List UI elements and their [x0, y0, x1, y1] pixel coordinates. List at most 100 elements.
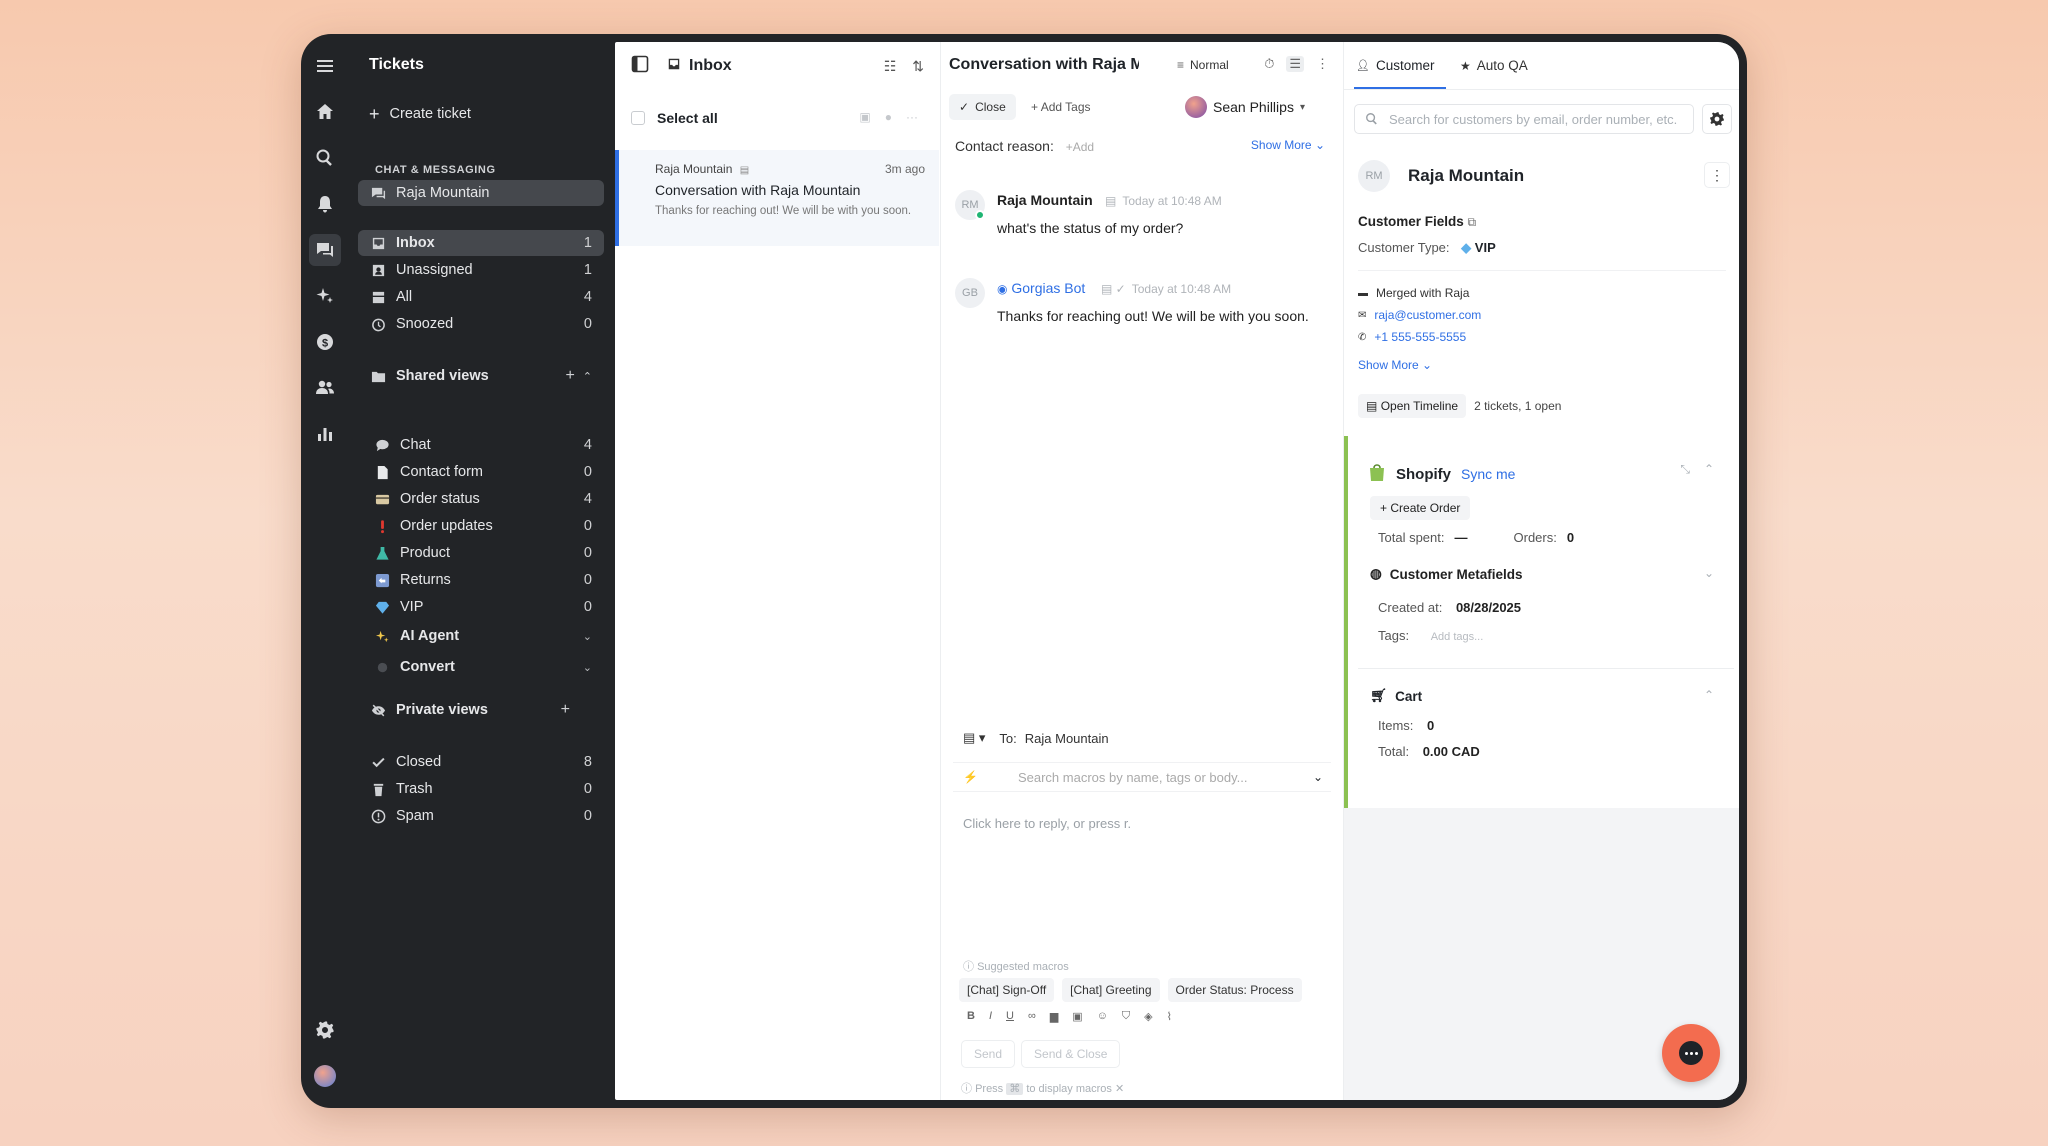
sidebar-item-product[interactable]: Product 0: [358, 540, 604, 566]
customer-name[interactable]: Raja Mountain: [1408, 166, 1524, 186]
send-button[interactable]: Send: [961, 1040, 1016, 1068]
chevron-down-icon[interactable]: ⌄: [583, 630, 592, 643]
macro-chip[interactable]: [Chat] Greeting: [1062, 978, 1160, 1002]
customer-type-value[interactable]: ◆ VIP: [1461, 240, 1496, 255]
tab-customer[interactable]: 👤︎ Customer: [1356, 58, 1434, 73]
conversation-title[interactable]: Conversation with Raja Mountain: [949, 56, 1139, 74]
ai-sparkle-icon[interactable]: [313, 284, 337, 308]
collapse-arrows-icon[interactable]: ⤡: [1680, 462, 1690, 477]
home-icon[interactable]: [313, 100, 337, 124]
sidebar-item-trash[interactable]: Trash 0: [358, 776, 604, 802]
filter-sliders-icon[interactable]: ☷: [884, 58, 897, 75]
chevron-up-icon[interactable]: ⌃: [1704, 462, 1714, 477]
bulk-assign-icon[interactable]: ●: [885, 110, 892, 124]
underline-icon[interactable]: U: [1006, 1010, 1014, 1023]
to-value[interactable]: Raja Mountain: [1025, 731, 1109, 746]
select-all-control[interactable]: Select all: [631, 110, 718, 126]
video-icon[interactable]: ▣: [1072, 1010, 1082, 1023]
macro-chip[interactable]: [Chat] Sign-Off: [959, 978, 1055, 1002]
sort-icon[interactable]: ⇅: [912, 58, 924, 75]
bold-icon[interactable]: B: [967, 1010, 975, 1023]
widget-settings-button[interactable]: [1702, 104, 1732, 134]
layout-toggle-icon[interactable]: ☰: [1286, 56, 1304, 72]
tab-auto-qa[interactable]: ★ Auto QA: [1460, 58, 1528, 73]
macro-search[interactable]: ⚡ Search macros by name, tags or body...…: [953, 762, 1331, 792]
shared-views-header[interactable]: Shared views + ⌃: [358, 363, 604, 389]
assignee-selector[interactable]: Sean Phillips ▾: [1185, 96, 1305, 118]
chevron-up-icon[interactable]: ⌃: [1704, 688, 1714, 702]
sidebar-item-chat-channel[interactable]: Raja Mountain: [358, 180, 604, 206]
sidebar-item-shared-chat[interactable]: Chat 4: [358, 432, 604, 458]
priority-selector[interactable]: ≡ Normal: [1177, 58, 1229, 72]
create-ticket-button[interactable]: + Create ticket: [369, 105, 471, 123]
search-icon[interactable]: [313, 146, 337, 170]
select-all-checkbox[interactable]: [631, 111, 645, 125]
customer-metafields-header[interactable]: ◍ Customer Metafields: [1370, 566, 1523, 582]
sidebar-item-closed[interactable]: Closed 8: [358, 749, 604, 775]
revenue-icon[interactable]: $: [313, 330, 337, 354]
link-icon[interactable]: ∞: [1028, 1010, 1036, 1023]
sidebar-item-unassigned[interactable]: Unassigned 1: [358, 257, 604, 283]
settings-gear-icon[interactable]: [313, 1018, 337, 1042]
shopify-bag-icon[interactable]: ⛉: [1122, 1010, 1130, 1023]
menu-icon[interactable]: [313, 54, 337, 78]
ticket-list-item[interactable]: Raja Mountain ▤ 3m ago Conversation with…: [615, 150, 939, 246]
sidebar-toggle-icon[interactable]: [631, 55, 649, 78]
customer-more-button[interactable]: ⋮: [1704, 162, 1730, 188]
customers-icon[interactable]: [313, 376, 337, 400]
customer-email[interactable]: ✉ raja@customer.com: [1358, 308, 1481, 322]
sidebar-item-vip[interactable]: VIP 0: [358, 594, 604, 620]
bell-icon[interactable]: [313, 192, 337, 216]
attachment-icon[interactable]: ⌇: [1167, 1010, 1172, 1023]
sidebar-item-spam[interactable]: Spam 0: [358, 803, 604, 829]
message-author[interactable]: Raja Mountain: [997, 192, 1093, 208]
sidebar-item-contact-form[interactable]: Contact form 0: [358, 459, 604, 485]
sidebar-item-order-status[interactable]: Order status 4: [358, 486, 604, 512]
discount-tag-icon[interactable]: ◈: [1144, 1010, 1152, 1023]
support-chat-button[interactable]: [1662, 1024, 1720, 1082]
sidebar-item-convert[interactable]: Convert ⌄: [358, 654, 604, 680]
sidebar-item-order-updates[interactable]: Order updates 0: [358, 513, 604, 539]
channel-selector-icon[interactable]: ▤ ▾: [963, 730, 985, 746]
bulk-more-icon[interactable]: ···: [906, 110, 918, 124]
bulk-close-icon[interactable]: ▣: [859, 110, 870, 124]
cart-header[interactable]: 🛒︎ Cart: [1370, 688, 1422, 704]
contact-reason-add[interactable]: +Add: [1066, 140, 1094, 154]
snooze-clock-icon[interactable]: ⏱: [1264, 56, 1274, 72]
sidebar-item-returns[interactable]: Returns 0: [358, 567, 604, 593]
statistics-icon[interactable]: [313, 422, 337, 446]
image-icon[interactable]: ▆: [1050, 1010, 1058, 1023]
add-tags-input[interactable]: Add tags...: [1431, 631, 1484, 643]
emoji-icon[interactable]: ☺: [1097, 1010, 1108, 1023]
chevron-down-icon[interactable]: ⌄: [583, 661, 592, 674]
user-avatar[interactable]: [313, 1064, 337, 1088]
add-tags-button[interactable]: + Add Tags: [1031, 100, 1091, 114]
sync-me-link[interactable]: Sync me: [1461, 466, 1515, 482]
message-author[interactable]: ◉ Gorgias Bot: [997, 280, 1085, 296]
customer-phone[interactable]: ✆ +1 555-555-5555: [1358, 330, 1466, 344]
chevron-down-icon[interactable]: ⌄: [1704, 566, 1714, 580]
add-private-view-icon[interactable]: +: [561, 701, 570, 719]
private-views-header[interactable]: Private views +: [358, 697, 604, 723]
collapse-chevron-icon[interactable]: ⌃: [583, 370, 592, 383]
dismiss-hint-icon[interactable]: ✕: [1115, 1083, 1124, 1095]
show-more-customer-link[interactable]: Show More ⌄: [1358, 358, 1432, 372]
reply-editor[interactable]: Click here to reply, or press r.: [963, 816, 1131, 831]
add-shared-view-icon[interactable]: +: [565, 367, 574, 385]
open-timeline-button[interactable]: ▤ Open Timeline: [1358, 394, 1467, 418]
sidebar-item-snoozed[interactable]: Snoozed 0: [358, 311, 604, 337]
show-more-fields-link[interactable]: Show More ⌄: [1251, 138, 1325, 152]
italic-icon[interactable]: I: [989, 1010, 992, 1023]
macro-chip[interactable]: Order Status: Process: [1167, 978, 1302, 1002]
tickets-icon[interactable]: [309, 234, 341, 266]
send-and-close-button[interactable]: Send & Close: [1021, 1040, 1121, 1068]
sidebar-item-all[interactable]: All 4: [358, 284, 604, 310]
customer-search-input[interactable]: [1389, 111, 1689, 127]
external-edit-icon[interactable]: ⧉: [1468, 215, 1477, 229]
more-vertical-icon[interactable]: ⋮: [1316, 56, 1329, 72]
close-ticket-button[interactable]: ✓ Close: [949, 94, 1016, 120]
sidebar-item-inbox[interactable]: Inbox 1: [358, 230, 604, 256]
cart-icon: 🛒︎: [1370, 688, 1388, 703]
sidebar-item-ai-agent[interactable]: AI Agent ⌄: [358, 623, 604, 649]
create-order-button[interactable]: + Create Order: [1370, 496, 1471, 520]
